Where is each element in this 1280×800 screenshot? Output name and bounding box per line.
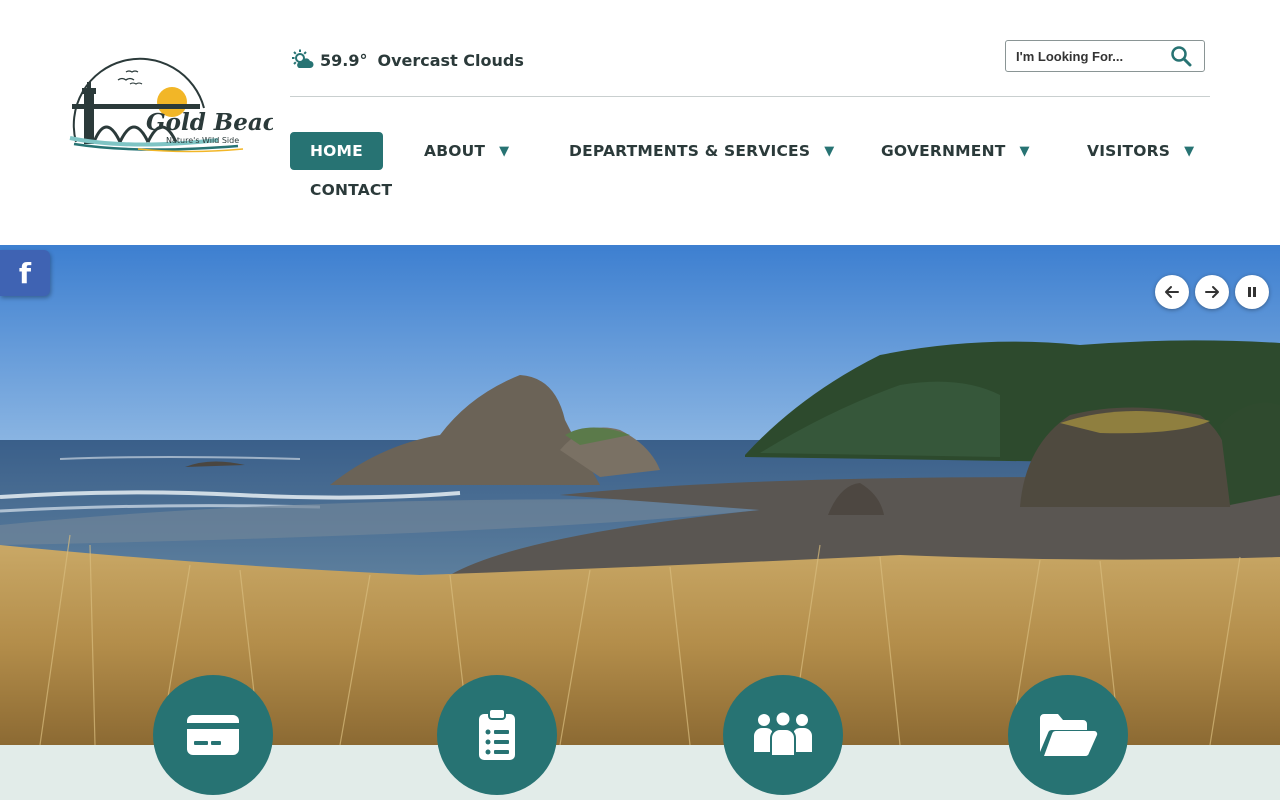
- gold-beach-logo-icon: Gold Beach Nature's Wild Side: [69, 57, 294, 153]
- facebook-link[interactable]: f: [0, 250, 50, 296]
- quick-link-documents[interactable]: [1008, 675, 1128, 795]
- pause-icon: [1248, 287, 1256, 297]
- hero-slideshow: [0, 245, 1280, 745]
- site-search: [1005, 40, 1205, 72]
- nav-item-about[interactable]: ABOUT ▼: [424, 132, 509, 170]
- logo-tagline: Nature's Wild Side: [166, 136, 239, 145]
- slideshow-pause-button[interactable]: [1235, 275, 1269, 309]
- nav-item-contact[interactable]: CONTACT: [310, 171, 392, 209]
- nav-label-contact: CONTACT: [310, 181, 393, 199]
- nav-item-home[interactable]: HOME: [290, 132, 383, 170]
- quick-link-forms[interactable]: [437, 675, 557, 795]
- chevron-down-icon: ▼: [1184, 143, 1195, 159]
- next-arrow-icon: [1205, 286, 1219, 298]
- partly-cloudy-icon: [292, 49, 314, 68]
- header-divider: [290, 96, 1210, 97]
- weather-widget: 59.9° Overcast Clouds: [290, 47, 524, 73]
- chevron-down-icon: ▼: [1019, 143, 1030, 159]
- chevron-down-icon: ▼: [824, 143, 835, 159]
- nav-item-departments[interactable]: DEPARTMENTS & SERVICES ▼: [569, 132, 834, 170]
- weather-temperature: 59.9°: [320, 50, 368, 70]
- search-icon: [1171, 46, 1192, 67]
- quick-link-community[interactable]: [723, 675, 843, 795]
- slideshow-previous-button[interactable]: [1155, 275, 1189, 309]
- previous-arrow-icon: [1165, 286, 1179, 298]
- site-logo[interactable]: Gold Beach Nature's Wild Side: [68, 50, 294, 155]
- clipboard-list-icon: [479, 708, 515, 760]
- nav-label-visitors: VISITORS: [1087, 142, 1171, 160]
- people-group-icon: [754, 712, 812, 757]
- nav-label-departments: DEPARTMENTS & SERVICES: [569, 142, 811, 160]
- search-input[interactable]: [1006, 41, 1166, 71]
- credit-card-icon: [187, 715, 239, 755]
- quick-link-payments[interactable]: [153, 675, 273, 795]
- nav-item-government[interactable]: GOVERNMENT ▼: [881, 132, 1030, 170]
- site-header: Gold Beach Nature's Wild Side 59.9° Over…: [0, 0, 1280, 245]
- facebook-icon: f: [18, 256, 32, 290]
- nav-label-government: GOVERNMENT: [881, 142, 1006, 160]
- hero-coastline-image: [0, 245, 1280, 745]
- nav-item-visitors[interactable]: VISITORS ▼: [1087, 132, 1194, 170]
- slideshow-next-button[interactable]: [1195, 275, 1229, 309]
- search-button[interactable]: [1166, 41, 1196, 71]
- folder-open-icon: [1040, 714, 1098, 757]
- nav-label-about: ABOUT: [424, 142, 486, 160]
- nav-label-home: HOME: [310, 142, 363, 160]
- weather-condition: Overcast Clouds: [377, 50, 524, 70]
- chevron-down-icon: ▼: [499, 143, 510, 159]
- logo-title: Gold Beach: [146, 109, 273, 136]
